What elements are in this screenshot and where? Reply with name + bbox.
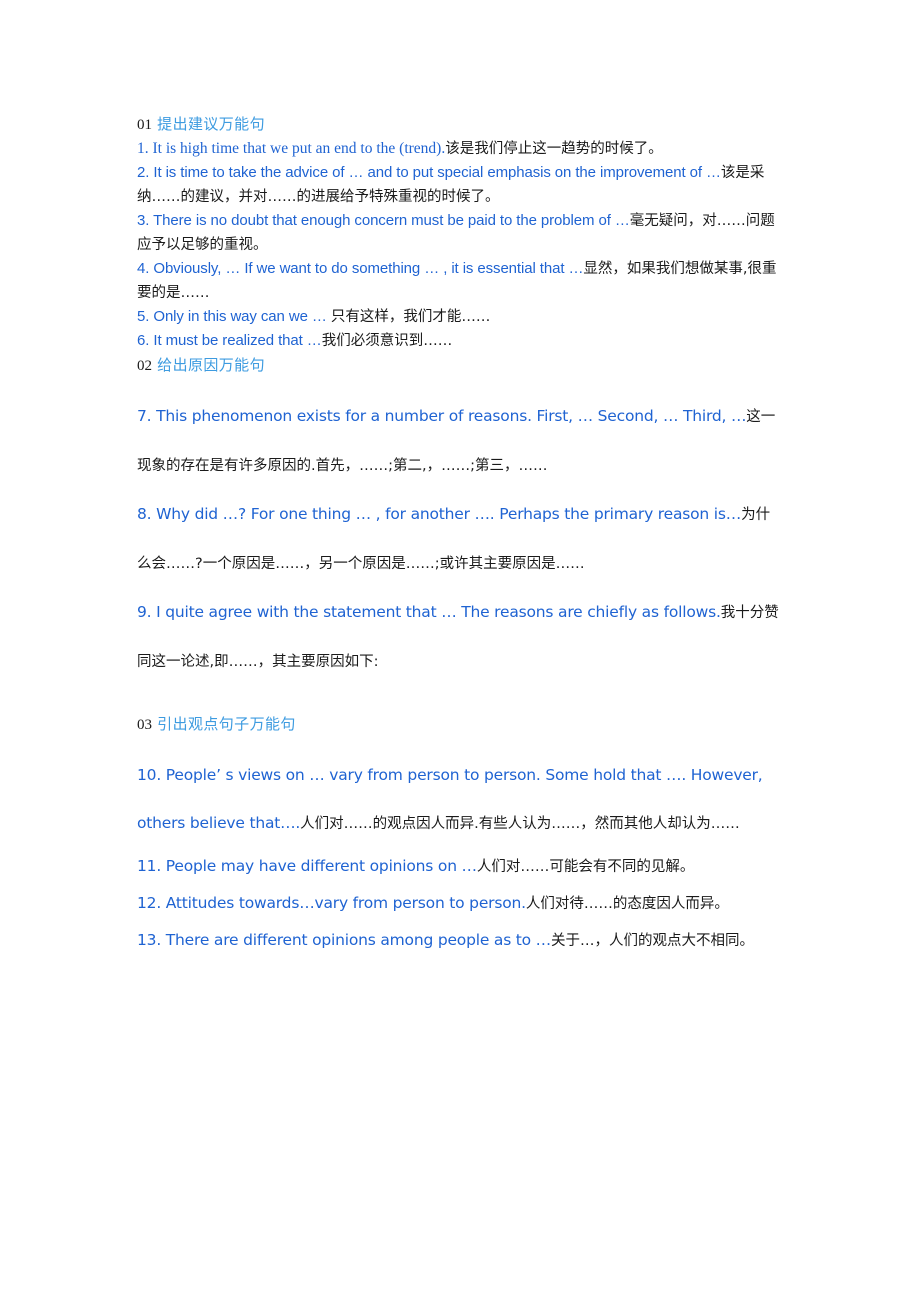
section-number-02: 02 [137, 358, 152, 374]
phrase-item-6: 6. It must be realized that …我们必须意识到…… [137, 329, 783, 353]
section-number-03: 03 [137, 717, 152, 733]
section-title-01: 提出建议万能句 [157, 115, 265, 133]
phrase-item-3: 3. There is no doubt that enough concern… [137, 209, 783, 257]
section-number-01: 01 [137, 117, 152, 133]
phrase-chinese-6: 我们必须意识到…… [321, 333, 453, 349]
phrase-item-1: 1. It is high time that we put an end to… [137, 137, 783, 161]
phrase-english-2: 2. It is time to take the advice of … an… [137, 164, 721, 181]
phrase-english-7: 7. This phenomenon exists for a number o… [137, 407, 747, 425]
phrase-chinese-5: 只有这样，我们才能…… [330, 309, 491, 325]
section-header-02: 02 给出原因万能句 [137, 353, 783, 378]
phrase-item-11: 11. People may have different opinions o… [137, 848, 783, 885]
document-content: 01 提出建议万能句 1. It is high time that we pu… [137, 112, 783, 959]
phrase-chinese-1: 该是我们停止这一趋势的时候了。 [445, 141, 663, 157]
section-title-02: 给出原因万能句 [157, 356, 265, 374]
phrase-english-3: 3. There is no doubt that enough concern… [137, 212, 630, 229]
phrase-item-13: 13. There are different opinions among p… [137, 922, 783, 959]
phrase-item-10: 10. People’ s views on … vary from perso… [137, 751, 783, 848]
phrase-english-9: 9. I quite agree with the statement that… [137, 603, 721, 621]
phrase-item-9: 9. I quite agree with the statement that… [137, 588, 783, 686]
phrase-english-11: 11. People may have different opinions o… [137, 857, 477, 875]
section-title-03: 引出观点句子万能句 [157, 715, 296, 733]
phrase-english-6: 6. It must be realized that … [137, 332, 322, 349]
phrase-item-7: 7. This phenomenon exists for a number o… [137, 392, 783, 490]
phrase-item-4: 4. Obviously, … If we want to do somethi… [137, 257, 783, 305]
section-header-03: 03 引出观点句子万能句 [137, 712, 783, 737]
phrase-english-8: 8. Why did …? For one thing … , for anot… [137, 505, 742, 523]
document-page: 01 提出建议万能句 1. It is high time that we pu… [0, 0, 920, 1302]
phrase-item-2: 2. It is time to take the advice of … an… [137, 161, 783, 209]
section-header-01: 01 提出建议万能句 [137, 112, 783, 137]
phrase-english-4: 4. Obviously, … If we want to do somethi… [137, 260, 584, 277]
phrase-item-5: 5. Only in this way can we … 只有这样，我们才能…… [137, 305, 783, 329]
phrase-english-5: 5. Only in this way can we … [137, 308, 331, 325]
phrase-chinese-13: 关于…，人们的观点大不相同。 [550, 933, 754, 949]
phrase-english-12: 12. Attitudes towards…vary from person t… [137, 894, 526, 912]
phrase-chinese-12: 人们对待……的态度因人而异。 [525, 896, 729, 912]
phrase-item-8: 8. Why did …? For one thing … , for anot… [137, 490, 783, 588]
phrase-english-1: 1. It is high time that we put an end to… [137, 140, 446, 157]
phrase-english-13: 13. There are different opinions among p… [137, 931, 551, 949]
phrase-chinese-10: 人们对……的观点因人而异.有些人认为……，然而其他人却认为…… [300, 816, 740, 832]
phrase-item-12: 12. Attitudes towards…vary from person t… [137, 885, 783, 922]
phrase-chinese-11: 人们对……可能会有不同的见解。 [476, 859, 695, 875]
